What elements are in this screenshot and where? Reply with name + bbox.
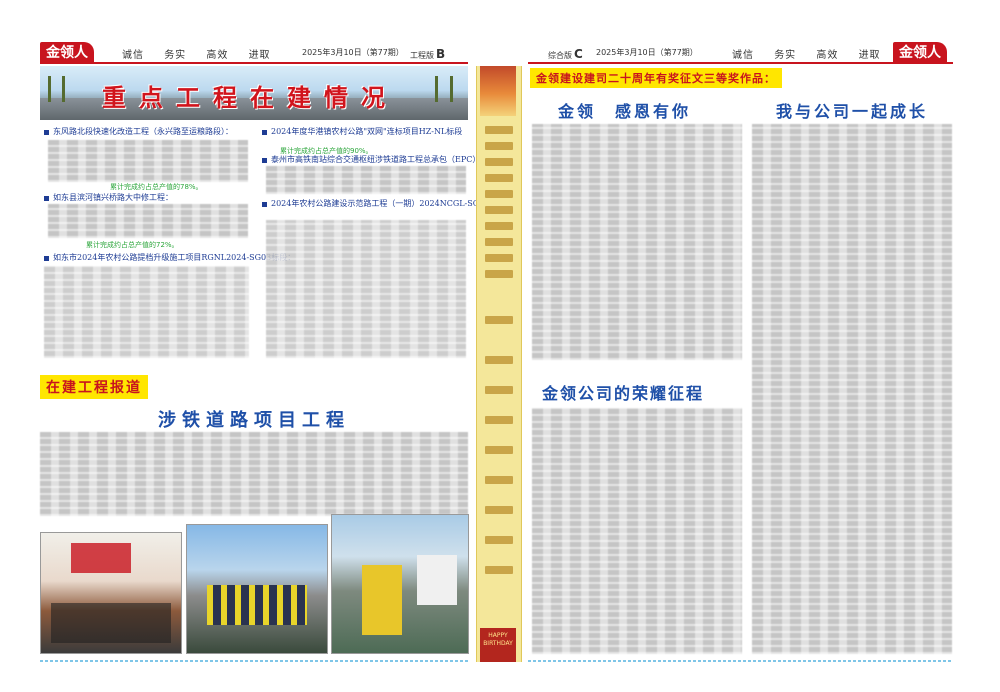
project-item: 如东市2024年农村公路提档升级施工项目RGNL2024-SG03标段： [44, 252, 295, 263]
project-item: 如东县滨河镇兴桥路大中修工程： [44, 192, 173, 203]
banner-image: 重点工程在建情况 [40, 66, 468, 120]
article-title: 金领公司的荣耀征程 [542, 384, 705, 403]
left-issue-date: 2025年3月10日（第77期） [302, 48, 404, 57]
project-item: 2024年农村公路建设示范路工程（一期）2024NCGL-SG3标段 [262, 198, 500, 209]
blurred-text [532, 124, 742, 360]
right-footer-rule [528, 660, 953, 662]
nav-item: 诚信 [732, 50, 754, 61]
nav-item: 务实 [774, 50, 797, 61]
section-letter: B [436, 47, 446, 61]
essay-award-banner: 金领建设建司二十周年有奖征文三等奖作品： [530, 68, 782, 88]
article-title: 我与公司一起成长 [776, 102, 929, 121]
nav-item: 务实 [164, 50, 187, 61]
blurred-text [266, 166, 466, 194]
left-footer-rule [40, 660, 468, 662]
project-item: 泰州市高铁南站综合交通枢纽涉铁道路工程总承包（EPC） [262, 154, 480, 165]
right-nav: 诚信 务实 高效 进取 [732, 46, 881, 61]
meeting-photo [40, 532, 182, 654]
left-logo: 金领人 [40, 42, 94, 64]
progress-note: 累计完成约占总产值的72%。 [86, 241, 179, 249]
section-letter: C [574, 47, 583, 61]
blurred-text [532, 408, 742, 654]
nav-item: 高效 [816, 50, 839, 61]
inspection-photo [331, 514, 469, 654]
report-section-tag: 在建工程报道 [40, 375, 148, 399]
right-header-rule [528, 62, 953, 64]
blurred-text [266, 220, 466, 358]
article-title: 金领 感恩有你 [558, 102, 692, 121]
right-logo: 金领人 [893, 42, 947, 64]
report-title: 涉铁道路项目工程 [158, 410, 350, 431]
nav-item: 进取 [248, 50, 271, 61]
birthday-badge: HAPPY BIRTHDAY [480, 628, 516, 662]
right-section-label: 综合版 C [548, 47, 583, 61]
blurred-text [752, 124, 952, 654]
blurred-text [40, 432, 468, 516]
project-item: 2024年度华港镇农村公路"双网"连标项目HZ-NL标段 [262, 126, 462, 137]
right-issue-date: 2025年3月10日（第77期） [596, 48, 698, 57]
birthday-strip [476, 66, 522, 662]
blurred-text [44, 266, 249, 358]
left-nav: 诚信 务实 高效 进取 [122, 46, 271, 61]
nav-item: 诚信 [122, 50, 144, 61]
banner-title: 重点工程在建情况 [102, 83, 398, 112]
blurred-text [48, 140, 248, 182]
progress-note: 累计完成约占总产值的78%。 [110, 183, 203, 191]
cake-image [480, 66, 516, 116]
nav-item: 高效 [206, 50, 229, 61]
site-team-photo [186, 524, 328, 654]
left-section-label: 工程版 B [410, 47, 446, 61]
project-item: 东风路北段快速化改造工程（永兴路至运粮路段）： [44, 126, 233, 137]
blurred-text [48, 204, 248, 238]
left-header-rule [40, 62, 468, 64]
nav-item: 进取 [858, 50, 881, 61]
